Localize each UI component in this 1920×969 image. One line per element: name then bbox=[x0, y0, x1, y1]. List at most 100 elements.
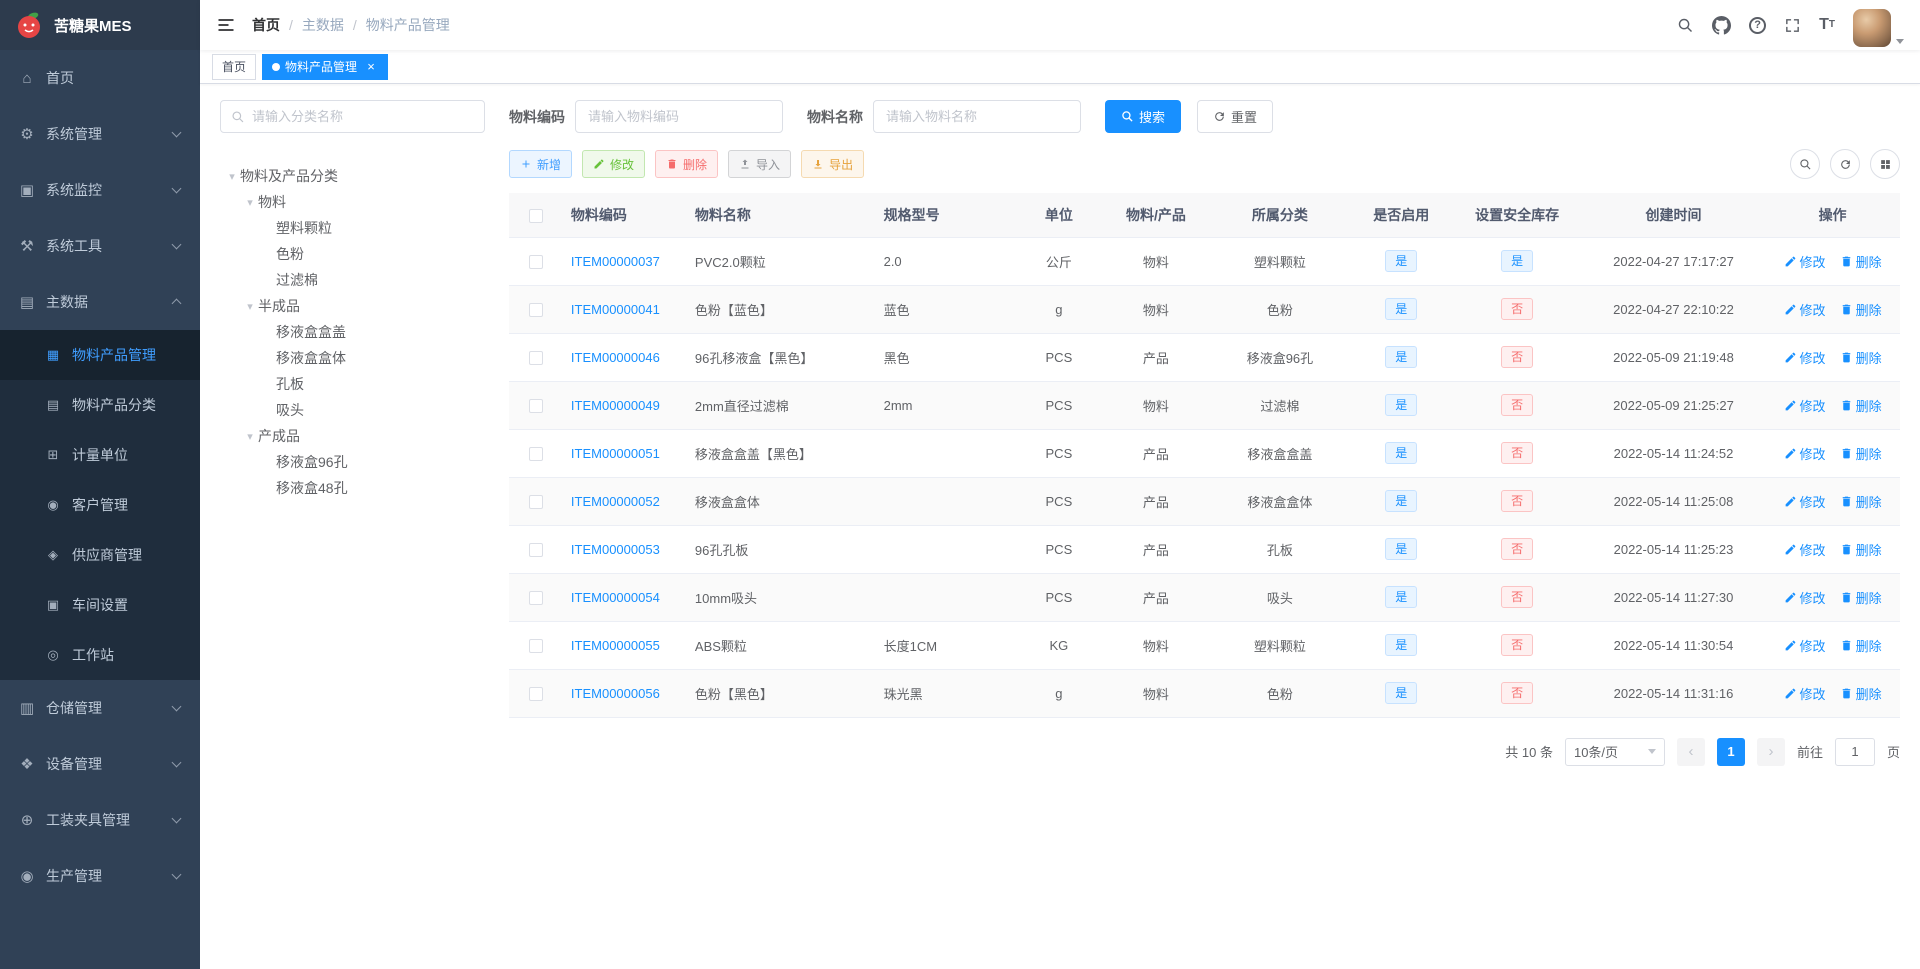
row-delete-link[interactable]: 删除 bbox=[1840, 348, 1882, 367]
breadcrumb-item[interactable]: 物料产品管理 bbox=[366, 15, 450, 35]
page-1-button[interactable]: 1 bbox=[1716, 737, 1745, 766]
fullscreen-icon[interactable] bbox=[1784, 17, 1801, 34]
row-delete-link[interactable]: 删除 bbox=[1840, 396, 1882, 415]
user-menu[interactable] bbox=[1853, 3, 1904, 47]
sidebar-item[interactable]: ▤ 主数据 bbox=[0, 274, 200, 330]
delete-button[interactable]: 删除 bbox=[655, 150, 719, 178]
row-edit-link[interactable]: 修改 bbox=[1784, 588, 1826, 607]
row-delete-link[interactable]: 删除 bbox=[1840, 588, 1882, 607]
row-checkbox[interactable] bbox=[528, 638, 543, 653]
tree-node[interactable]: 移液盒盒体 bbox=[220, 345, 485, 371]
sidebar-subitem[interactable]: ▣ 车间设置 bbox=[0, 580, 200, 630]
sidebar-subitem[interactable]: ◎ 工作站 bbox=[0, 630, 200, 680]
caret-down-icon[interactable]: ▾ bbox=[224, 170, 240, 183]
row-checkbox[interactable] bbox=[528, 254, 543, 269]
tab[interactable]: 首页 bbox=[212, 53, 257, 80]
tree-node[interactable]: 塑料颗粒 bbox=[220, 215, 485, 241]
sidebar-item[interactable]: ❖ 设备管理 bbox=[0, 736, 200, 792]
tools-icon: ⚒ bbox=[20, 238, 34, 255]
github-icon[interactable] bbox=[1712, 15, 1732, 35]
toggle-search-button[interactable] bbox=[1790, 149, 1820, 179]
help-icon[interactable]: ? bbox=[1749, 16, 1767, 34]
tree-node[interactable]: ▾ 物料及产品分类 bbox=[220, 163, 485, 189]
code-input[interactable] bbox=[575, 100, 783, 133]
page-size-select[interactable]: 10条/页 bbox=[1564, 737, 1665, 766]
row-edit-link[interactable]: 修改 bbox=[1784, 396, 1826, 415]
row-checkbox[interactable] bbox=[528, 494, 543, 509]
tree-node[interactable]: 过滤棉 bbox=[220, 267, 485, 293]
tab[interactable]: 物料产品管理 × bbox=[262, 53, 389, 80]
hamburger-icon[interactable] bbox=[216, 15, 236, 35]
cell-category: 塑料颗粒 bbox=[1209, 237, 1351, 286]
tree-node[interactable]: 色粉 bbox=[220, 241, 485, 267]
tree-node[interactable]: 移液盒48孔 bbox=[220, 475, 485, 501]
tree-node[interactable]: 移液盒96孔 bbox=[220, 449, 485, 475]
sidebar-subitem[interactable]: ▤ 物料产品分类 bbox=[0, 380, 200, 430]
sidebar-subitem[interactable]: ◉ 客户管理 bbox=[0, 480, 200, 530]
tree-node[interactable]: 孔板 bbox=[220, 371, 485, 397]
tree-node[interactable]: 移液盒盒盖 bbox=[220, 319, 485, 345]
row-checkbox[interactable] bbox=[528, 590, 543, 605]
caret-down-icon[interactable]: ▾ bbox=[242, 430, 258, 443]
select-all-checkbox[interactable] bbox=[528, 208, 543, 223]
import-button[interactable]: 导入 bbox=[728, 150, 792, 178]
sidebar-item[interactable]: ⚙ 系统管理 bbox=[0, 106, 200, 162]
row-edit-link[interactable]: 修改 bbox=[1784, 540, 1826, 559]
search-icon[interactable] bbox=[1677, 17, 1694, 34]
font-size-icon[interactable]: TT bbox=[1819, 17, 1835, 33]
row-checkbox[interactable] bbox=[528, 398, 543, 413]
column-toggle-button[interactable] bbox=[1870, 149, 1900, 179]
row-delete-link[interactable]: 删除 bbox=[1840, 252, 1882, 271]
search-button[interactable]: 搜索 bbox=[1105, 100, 1182, 133]
row-checkbox[interactable] bbox=[528, 350, 543, 365]
breadcrumb-item[interactable]: 首页 bbox=[252, 15, 280, 35]
breadcrumb-item[interactable]: 主数据 bbox=[302, 15, 344, 35]
avatar[interactable] bbox=[1853, 9, 1891, 47]
tree-node[interactable]: ▾ 产成品 bbox=[220, 423, 485, 449]
export-button[interactable]: 导出 bbox=[801, 150, 865, 178]
caret-down-icon[interactable]: ▾ bbox=[242, 196, 258, 209]
tree-node[interactable]: 吸头 bbox=[220, 397, 485, 423]
sidebar-item[interactable]: ⚒ 系统工具 bbox=[0, 218, 200, 274]
row-edit-link[interactable]: 修改 bbox=[1784, 300, 1826, 319]
refresh-button[interactable] bbox=[1830, 149, 1860, 179]
row-edit-link[interactable]: 修改 bbox=[1784, 444, 1826, 463]
row-edit-link[interactable]: 修改 bbox=[1784, 348, 1826, 367]
tree-node[interactable]: ▾ 半成品 bbox=[220, 293, 485, 319]
sidebar-subitem[interactable]: ⊞ 计量单位 bbox=[0, 430, 200, 480]
sidebar-subitem[interactable]: ◈ 供应商管理 bbox=[0, 530, 200, 580]
row-edit-link[interactable]: 修改 bbox=[1784, 684, 1826, 703]
row-checkbox[interactable] bbox=[528, 542, 543, 557]
row-delete-link[interactable]: 删除 bbox=[1840, 540, 1882, 559]
row-delete-link[interactable]: 删除 bbox=[1840, 684, 1882, 703]
tab-close-icon[interactable]: × bbox=[364, 60, 378, 74]
sidebar-subitem[interactable]: ▦ 物料产品管理 bbox=[0, 330, 200, 380]
prev-page-button[interactable]: ‹ bbox=[1676, 737, 1705, 766]
sidebar-item[interactable]: ▥ 仓储管理 bbox=[0, 680, 200, 736]
row-edit-link[interactable]: 修改 bbox=[1784, 636, 1826, 655]
row-checkbox[interactable] bbox=[528, 686, 543, 701]
sidebar-item[interactable]: ⊕ 工装夹具管理 bbox=[0, 792, 200, 848]
row-checkbox[interactable] bbox=[528, 302, 543, 317]
sidebar-item[interactable]: ◉ 生产管理 bbox=[0, 848, 200, 904]
row-checkbox[interactable] bbox=[528, 446, 543, 461]
goto-page-input[interactable] bbox=[1834, 737, 1875, 766]
row-delete-link[interactable]: 删除 bbox=[1840, 444, 1882, 463]
row-delete-link[interactable]: 删除 bbox=[1840, 300, 1882, 319]
row-delete-link[interactable]: 删除 bbox=[1840, 636, 1882, 655]
edit-button[interactable]: 修改 bbox=[582, 150, 646, 178]
row-edit-link[interactable]: 修改 bbox=[1784, 492, 1826, 511]
row-delete-link[interactable]: 删除 bbox=[1840, 492, 1882, 511]
sidebar-item[interactable]: ▣ 系统监控 bbox=[0, 162, 200, 218]
add-button[interactable]: 新增 bbox=[509, 150, 573, 178]
reset-button[interactable]: 重置 bbox=[1197, 100, 1274, 133]
sidebar-item[interactable]: ⌂ 首页 bbox=[0, 50, 200, 106]
row-edit-link[interactable]: 修改 bbox=[1784, 252, 1826, 271]
caret-down-icon[interactable]: ▾ bbox=[242, 300, 258, 313]
next-page-button[interactable]: › bbox=[1756, 737, 1785, 766]
app-logo[interactable]: 苦糖果MES bbox=[0, 0, 200, 50]
name-input[interactable] bbox=[873, 100, 1081, 133]
table-header: 物料编码 物料名称 规格型号 单位 物料/产品 所属分类 是否启用 设置安全库存 创建时间 操作 bbox=[509, 193, 1900, 238]
tree-node[interactable]: ▾ 物料 bbox=[220, 189, 485, 215]
tree-filter-input[interactable] bbox=[252, 109, 474, 124]
